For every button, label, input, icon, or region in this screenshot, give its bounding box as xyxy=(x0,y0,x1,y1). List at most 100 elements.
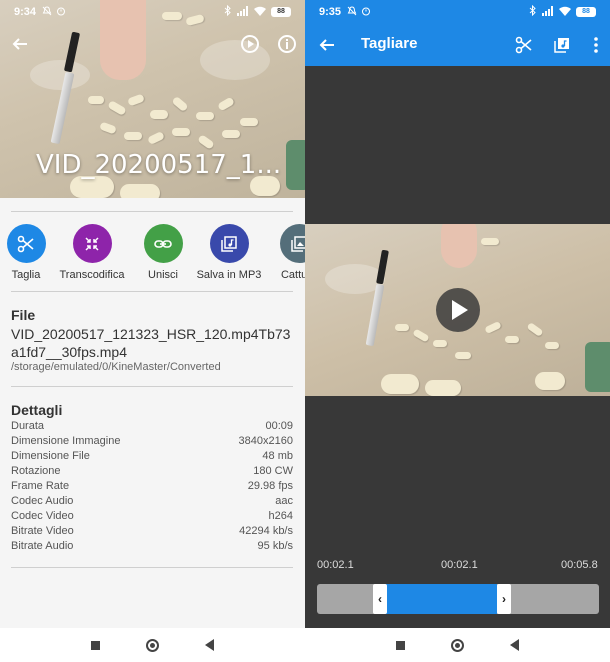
detail-label: Dimensione File xyxy=(11,450,90,462)
trim-screen: 9:35 88 Tagliare 00:02.1 00:02.1 00:05.8… xyxy=(305,0,610,662)
recents-icon[interactable] xyxy=(396,640,405,650)
detail-value: aac xyxy=(275,495,293,507)
dough-piece xyxy=(545,342,559,349)
details-heading: Dettagli xyxy=(11,402,63,418)
detail-row: Bitrate Audio 95 kb/s xyxy=(11,540,293,555)
mute-icon xyxy=(347,5,357,19)
info-icon[interactable] xyxy=(275,32,299,56)
trim-start-handle[interactable]: ‹ xyxy=(373,584,387,614)
dough-piece xyxy=(171,95,189,113)
back-triangle-icon[interactable] xyxy=(205,639,214,651)
trim-end-handle[interactable]: › xyxy=(497,584,511,614)
dough-piece xyxy=(147,130,165,146)
home-icon[interactable] xyxy=(146,638,159,652)
status-bar: 9:35 88 xyxy=(305,0,610,24)
detail-row: Frame Rate 29.98 fps xyxy=(11,480,293,495)
play-button[interactable] xyxy=(436,288,480,332)
recents-icon[interactable] xyxy=(91,640,100,650)
dough-piece xyxy=(412,328,430,343)
detail-value: h264 xyxy=(268,510,293,522)
dough-piece xyxy=(196,112,214,120)
dough-piece xyxy=(222,130,240,138)
dough-piece xyxy=(481,238,499,245)
action-label: Cattura xyxy=(280,269,305,281)
detail-value: 180 CW xyxy=(253,465,293,477)
dough-piece xyxy=(425,380,461,396)
save-mp3-action[interactable]: Salva in MP3 xyxy=(188,224,270,284)
battery-icon: 88 xyxy=(576,7,596,17)
detail-label: Frame Rate xyxy=(11,480,70,492)
knife-blade-shape xyxy=(365,283,385,347)
detail-value: 42294 kb/s xyxy=(239,525,293,537)
video-preview[interactable] xyxy=(305,224,610,396)
action-bar: Taglia Transcodifica Unisci Salva in MP3… xyxy=(6,224,305,284)
action-label: Salva in MP3 xyxy=(196,269,262,281)
file-info-screen: 9:34 88 VID_20200517_1... Taglia Transco… xyxy=(0,0,305,662)
scissors-icon[interactable] xyxy=(6,224,46,263)
dough-piece xyxy=(124,132,142,140)
dough-piece xyxy=(217,96,235,112)
system-nav-bar xyxy=(0,628,305,662)
file-name: VID_20200517_121323_HSR_120.mp4Tb73a1fd7… xyxy=(11,326,291,360)
dough-piece xyxy=(99,121,117,135)
dough-piece xyxy=(484,320,502,335)
hand-shape xyxy=(441,224,477,268)
detail-label: Dimensione Immagine xyxy=(11,435,121,447)
end-time: 00:05.8 xyxy=(561,559,598,571)
file-path: /storage/emulated/0/KineMaster/Converted xyxy=(11,361,221,373)
signal-icon xyxy=(237,5,249,19)
dough-piece xyxy=(197,134,215,150)
detail-label: Codec Audio xyxy=(11,495,74,507)
play-circle-icon[interactable] xyxy=(238,32,262,56)
alarm-icon xyxy=(56,6,66,19)
file-heading: File xyxy=(11,307,36,323)
page-title: Tagliare xyxy=(361,35,418,52)
dough-piece xyxy=(395,324,409,331)
dough-piece xyxy=(240,118,258,126)
scissors-icon[interactable] xyxy=(512,33,536,57)
photo-library-icon[interactable] xyxy=(279,224,305,263)
status-time: 9:35 xyxy=(319,6,342,18)
back-arrow-icon[interactable] xyxy=(8,32,32,56)
music-library-icon[interactable] xyxy=(209,224,249,263)
detail-row: Codec Audio aac xyxy=(11,495,293,510)
dough-piece xyxy=(150,110,168,119)
back-arrow-icon[interactable] xyxy=(315,33,339,57)
trim-timeline[interactable]: ‹ › xyxy=(317,584,599,614)
back-triangle-icon[interactable] xyxy=(510,639,519,651)
current-time: 00:02.1 xyxy=(441,559,478,571)
detail-value: 48 mb xyxy=(262,450,293,462)
divider xyxy=(11,567,293,568)
detail-value: 95 kb/s xyxy=(257,540,293,552)
detail-value: 29.98 fps xyxy=(247,480,293,492)
link-icon[interactable] xyxy=(143,224,183,263)
flour-texture xyxy=(30,60,90,90)
dough-piece xyxy=(535,372,565,390)
detail-label: Durata xyxy=(11,420,45,432)
capture-action[interactable]: Cattura xyxy=(270,224,305,284)
compress-icon[interactable] xyxy=(72,224,112,263)
video-title: VID_20200517_1... xyxy=(36,150,282,180)
home-icon[interactable] xyxy=(451,638,464,652)
system-nav-bar xyxy=(305,628,610,662)
wifi-icon xyxy=(559,6,571,19)
detail-label: Rotazione xyxy=(11,465,61,477)
detail-row: Dimensione File 48 mb xyxy=(11,450,293,465)
cloth-shape xyxy=(585,342,610,392)
merge-action[interactable]: Unisci xyxy=(138,224,188,284)
trim-action[interactable]: Taglia xyxy=(6,224,46,284)
dough-piece xyxy=(505,336,519,343)
trim-selection[interactable] xyxy=(385,584,497,614)
more-vert-icon[interactable] xyxy=(584,33,608,57)
transcode-action[interactable]: Transcodifica xyxy=(46,224,138,284)
dough-piece xyxy=(433,340,447,347)
knife-handle-shape xyxy=(376,249,389,285)
detail-label: Bitrate Audio xyxy=(11,540,74,552)
music-library-icon[interactable] xyxy=(550,33,574,57)
wifi-icon xyxy=(254,6,266,19)
dough-piece xyxy=(455,352,471,359)
details-table: Durata 00:09 Dimensione Immagine 3840x2160… xyxy=(11,420,293,555)
app-bar: Tagliare xyxy=(305,24,610,66)
detail-row: Codec Video h264 xyxy=(11,510,293,525)
status-bar: 9:34 88 xyxy=(0,0,305,24)
